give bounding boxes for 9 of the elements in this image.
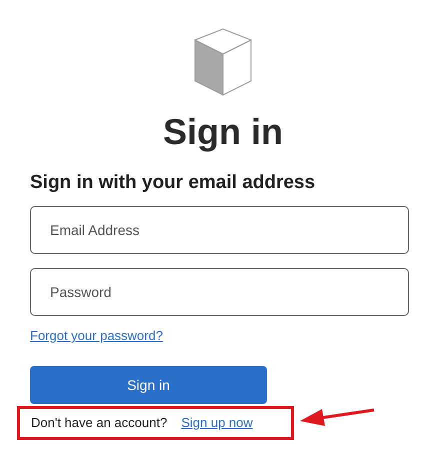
password-field[interactable]: Password [30, 268, 409, 316]
email-field[interactable]: Email Address [30, 206, 409, 254]
sign-up-link[interactable]: Sign up now [181, 413, 253, 433]
page-title: Sign in [163, 110, 283, 154]
sign-in-button[interactable]: Sign in [30, 366, 267, 404]
cube-logo-icon [194, 28, 252, 96]
signup-prompt: Don't have an account? [31, 414, 168, 432]
form-heading: Sign in with your email address [30, 171, 316, 195]
forgot-password-link[interactable]: Forgot your password? [30, 328, 163, 343]
